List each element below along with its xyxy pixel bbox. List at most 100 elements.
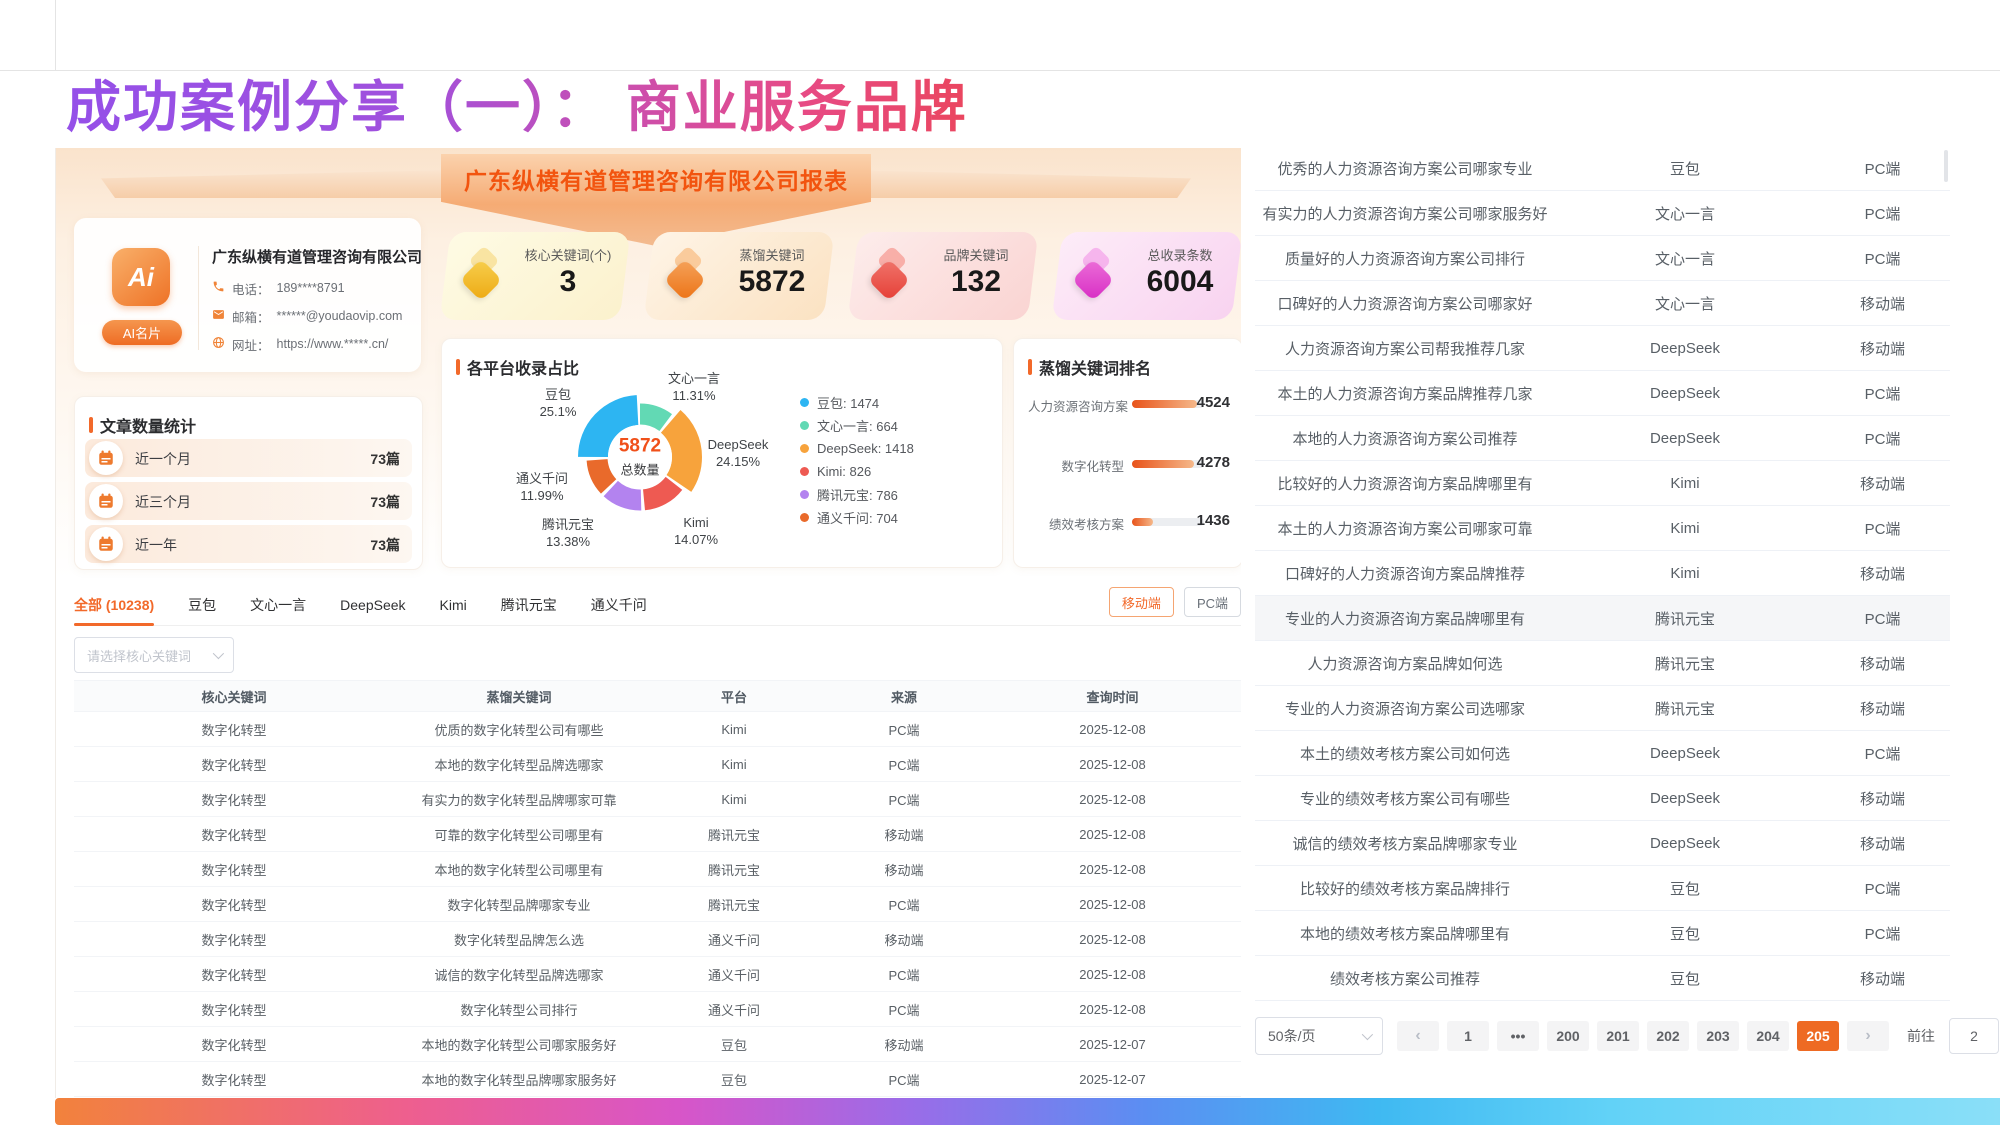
legend-dot (800, 513, 809, 522)
device-button-PC端[interactable]: PC端 (1184, 587, 1241, 617)
legend-text: Kimi: 826 (817, 464, 871, 479)
table-row[interactable]: 本土的人力资源咨询方案公司哪家可靠KimiPC端 (1255, 506, 1950, 551)
table-row[interactable]: 人力资源咨询方案品牌如何选腾讯元宝移动端 (1255, 641, 1950, 686)
legend-item[interactable]: 腾讯元宝: 786 (800, 483, 914, 506)
ranking-label: 数字化转型 (1028, 456, 1124, 475)
table-row[interactable]: 质量好的人力资源咨询方案公司排行文心一言PC端 (1255, 236, 1950, 281)
pagination: 50条/页 ‹ 1 ••• 200 201 202 203 204 205 › 前往 (1255, 1014, 2000, 1058)
table-row[interactable]: 本土的绩效考核方案公司如何选DeepSeekPC端 (1255, 731, 1950, 776)
table-cell: 通义千问 (644, 1000, 824, 1019)
tab-全部 (10238)[interactable]: 全部 (10238) (74, 585, 154, 625)
table-row[interactable]: 数字化转型本地的数字化转型品牌哪家服务好豆包PC端2025-12-07 (74, 1062, 1241, 1097)
table-cell: 2025-12-08 (984, 862, 1241, 877)
legend-item[interactable]: 通义千问: 704 (800, 506, 914, 529)
table-cell: PC端 (824, 895, 984, 914)
table-cell: 腾讯元宝 (644, 895, 824, 914)
legend-text: 文心一言: 664 (817, 416, 898, 435)
page-button-204[interactable]: 204 (1747, 1021, 1789, 1051)
table-row[interactable]: 数字化转型本地的数字化转型公司哪里有腾讯元宝移动端2025-12-08 (74, 852, 1241, 887)
table-cell: 2025-12-08 (984, 1002, 1241, 1017)
more-pages-button[interactable]: ••• (1497, 1021, 1539, 1051)
table-row[interactable]: 比较好的人力资源咨询方案品牌哪里有Kimi移动端 (1255, 461, 1950, 506)
ranking-bar-track (1132, 460, 1204, 468)
ranking-value: 4524 (1197, 394, 1230, 411)
table-row[interactable]: 比较好的绩效考核方案品牌排行豆包PC端 (1255, 866, 1950, 911)
banner-ribbon-right (846, 170, 1191, 198)
table-row[interactable]: 数字化转型有实力的数字化转型品牌哪家可靠KimiPC端2025-12-08 (74, 782, 1241, 817)
page-size-select[interactable]: 50条/页 (1255, 1017, 1383, 1055)
legend-text: 通义千问: 704 (817, 508, 898, 527)
legend-text: 腾讯元宝: 786 (817, 485, 898, 504)
legend-item[interactable]: 豆包: 1474 (800, 391, 914, 414)
legend-item[interactable]: 文心一言: 664 (800, 414, 914, 437)
ranking-row: 绩效考核方案1436 (1028, 512, 1230, 532)
table-row[interactable]: 专业的人力资源咨询方案品牌哪里有腾讯元宝PC端 (1255, 596, 1950, 641)
table-cell: 数字化转型 (74, 965, 394, 984)
table-row[interactable]: 数字化转型可靠的数字化转型公司哪里有腾讯元宝移动端2025-12-08 (74, 817, 1241, 852)
diamond-icon (1072, 259, 1114, 301)
tab-腾讯元宝[interactable]: 腾讯元宝 (501, 585, 557, 625)
article-count: 73篇 (370, 449, 400, 469)
legend-item[interactable]: Kimi: 826 (800, 460, 914, 483)
contact-row: 电话：189****8791 (212, 280, 345, 296)
table-row[interactable]: 本土的人力资源咨询方案品牌推荐几家DeepSeekPC端 (1255, 371, 1950, 416)
table-row[interactable]: 专业的人力资源咨询方案公司选哪家腾讯元宝移动端 (1255, 686, 1950, 731)
keyword-stat-icon (1069, 248, 1125, 304)
table-cell: 豆包 (644, 1035, 824, 1054)
table-row[interactable]: 口碑好的人力资源咨询方案公司哪家好文心一言移动端 (1255, 281, 1950, 326)
next-page-button[interactable]: › (1847, 1021, 1889, 1051)
tab-DeepSeek[interactable]: DeepSeek (340, 585, 405, 625)
table-row[interactable]: 数字化转型诚信的数字化转型品牌选哪家通义千问PC端2025-12-08 (74, 957, 1241, 992)
cell-platform: 文心一言 (1555, 248, 1815, 269)
table-row[interactable]: 数字化转型优质的数字化转型公司有哪些KimiPC端2025-12-08 (74, 712, 1241, 747)
core-keyword-select[interactable]: 请选择核心关键词 (74, 637, 234, 673)
table-row[interactable]: 有实力的人力资源咨询方案公司哪家服务好文心一言PC端 (1255, 191, 1950, 236)
tab-豆包[interactable]: 豆包 (188, 585, 216, 625)
goto-page-input[interactable] (1949, 1018, 1999, 1054)
cell-keyword: 绩效考核方案公司推荐 (1255, 968, 1555, 989)
table-cell: 数字化转型 (74, 930, 394, 949)
tab-通义千问[interactable]: 通义千问 (591, 585, 647, 625)
scrollbar[interactable] (1944, 150, 1948, 182)
table-row[interactable]: 专业的绩效考核方案公司有哪些DeepSeek移动端 (1255, 776, 1950, 821)
page-button-1[interactable]: 1 (1447, 1021, 1489, 1051)
ranking-bar-fill (1132, 400, 1197, 408)
ai-card-badge[interactable]: AI名片 (102, 320, 182, 345)
table-row[interactable]: 诚信的绩效考核方案品牌哪家专业DeepSeek移动端 (1255, 821, 1950, 866)
legend-item[interactable]: DeepSeek: 1418 (800, 437, 914, 460)
table-cell: 2025-12-08 (984, 897, 1241, 912)
page-button-205[interactable]: 205 (1797, 1021, 1839, 1051)
page-button-202[interactable]: 202 (1647, 1021, 1689, 1051)
goto-label: 前往 (1907, 1026, 1935, 1046)
cell-platform: 腾讯元宝 (1555, 608, 1815, 629)
prev-page-button[interactable]: ‹ (1397, 1021, 1439, 1051)
cell-source: PC端 (1815, 383, 1950, 404)
table-row[interactable]: 人力资源咨询方案公司帮我推荐几家DeepSeek移动端 (1255, 326, 1950, 371)
slide: 成功案例分享（一）： 商业服务品牌 广东纵横有道管理咨询有限公司报表 Ai AI… (0, 0, 2000, 1125)
table-row[interactable]: 本地的绩效考核方案品牌哪里有豆包PC端 (1255, 911, 1950, 956)
keyword-ranking-title: 蒸馏关键词排名 (1028, 355, 1151, 379)
table-header: 核心关键词蒸馏关键词平台来源查询时间 (74, 680, 1241, 712)
calendar-icon (89, 527, 123, 561)
table-row[interactable]: 数字化转型本地的数字化转型品牌选哪家KimiPC端2025-12-08 (74, 747, 1241, 782)
table-row[interactable]: 数字化转型本地的数字化转型公司哪家服务好豆包移动端2025-12-07 (74, 1027, 1241, 1062)
table-row[interactable]: 优秀的人力资源咨询方案公司哪家专业豆包PC端 (1255, 146, 1950, 191)
tab-文心一言[interactable]: 文心一言 (250, 585, 306, 625)
cell-source: 移动端 (1815, 968, 1950, 989)
donut-label: 文心一言11.31% (668, 370, 720, 404)
page-button-201[interactable]: 201 (1597, 1021, 1639, 1051)
table-row[interactable]: 数字化转型数字化转型品牌哪家专业腾讯元宝PC端2025-12-08 (74, 887, 1241, 922)
device-button-移动端[interactable]: 移动端 (1109, 587, 1174, 617)
table-row[interactable]: 口碑好的人力资源咨询方案品牌推荐Kimi移动端 (1255, 551, 1950, 596)
page-button-203[interactable]: 203 (1697, 1021, 1739, 1051)
cell-source: PC端 (1815, 518, 1950, 539)
tab-Kimi[interactable]: Kimi (440, 585, 467, 625)
table-cell: PC端 (824, 790, 984, 809)
table-row[interactable]: 数字化转型数字化转型公司排行通义千问PC端2025-12-08 (74, 992, 1241, 1027)
table-row[interactable]: 数字化转型数字化转型品牌怎么选通义千问移动端2025-12-08 (74, 922, 1241, 957)
table-row[interactable]: 绩效考核方案公司推荐豆包移动端 (1255, 956, 1950, 1001)
mail-icon (212, 308, 225, 324)
page-button-200[interactable]: 200 (1547, 1021, 1589, 1051)
banner-ribbon-left (101, 170, 451, 198)
table-row[interactable]: 本地的人力资源咨询方案公司推荐DeepSeekPC端 (1255, 416, 1950, 461)
